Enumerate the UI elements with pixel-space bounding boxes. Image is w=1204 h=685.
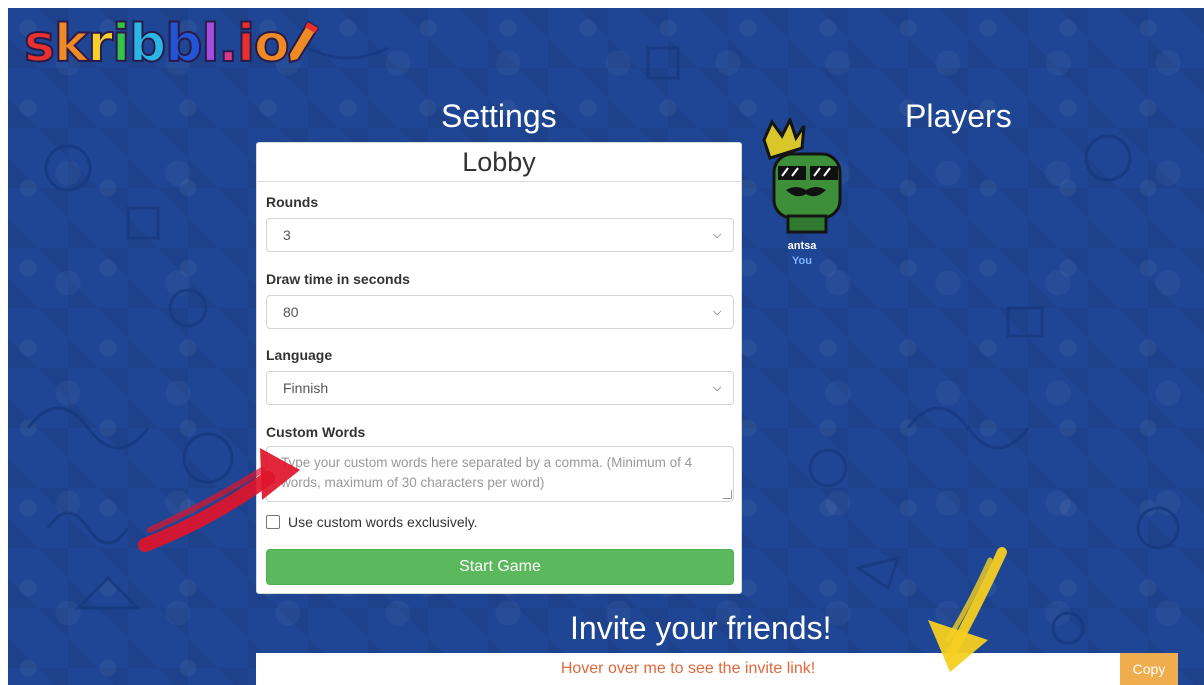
logo-letter: o xyxy=(253,13,291,75)
invite-link-field[interactable]: Hover over me to see the invite link! xyxy=(256,653,1120,685)
player-name: antsa xyxy=(787,240,817,252)
draw-time-label: Draw time in seconds xyxy=(266,271,410,287)
rounds-label: Rounds xyxy=(266,194,319,210)
settings-heading: Settings xyxy=(441,98,557,134)
custom-words-label: Custom Words xyxy=(266,424,366,440)
logo-letter: s xyxy=(23,13,56,75)
logo-letter: . xyxy=(217,13,239,75)
logo-letter: b xyxy=(128,13,167,75)
crowned-green-avatar-icon xyxy=(762,116,842,234)
draw-time-select[interactable]: 80 ⌵ xyxy=(266,295,734,329)
exclusive-words-label: Use custom words exclusively. xyxy=(288,514,478,530)
rounds-select[interactable]: 3 ⌵ xyxy=(266,218,734,252)
start-game-button[interactable]: Start Game xyxy=(266,549,734,585)
exclusive-words-option[interactable]: Use custom words exclusively. xyxy=(266,514,478,532)
rounds-value: 3 xyxy=(283,227,291,243)
skribbl-logo: skribbl.io xyxy=(23,13,324,75)
resize-grip[interactable] xyxy=(723,490,732,499)
logo-letter: k xyxy=(53,13,90,75)
language-value: Finnish xyxy=(283,380,329,396)
chevron-down-icon: ⌵ xyxy=(713,306,722,318)
lobby-title: Lobby xyxy=(257,143,741,182)
logo-letter: r xyxy=(87,13,115,75)
invite-heading: Invite your friends! xyxy=(570,610,832,646)
draw-time-value: 80 xyxy=(283,304,299,320)
exclusive-words-checkbox[interactable] xyxy=(266,515,280,529)
player-list-item: antsa You xyxy=(752,116,852,278)
logo-letter: b xyxy=(164,13,203,75)
lobby-settings-panel: Lobby Rounds 3 ⌵ Draw time in seconds 80… xyxy=(256,142,742,594)
logo-letter: i xyxy=(111,13,131,75)
logo-wordmark: skribbl.io xyxy=(23,13,324,75)
logo-letter: i xyxy=(236,13,256,75)
language-select[interactable]: Finnish ⌵ xyxy=(266,371,734,405)
chevron-down-icon: ⌵ xyxy=(713,382,722,394)
chevron-down-icon: ⌵ xyxy=(713,229,722,241)
pencil-icon xyxy=(287,20,320,64)
logo-letter: l xyxy=(201,13,221,75)
copy-invite-button[interactable]: Copy xyxy=(1120,653,1178,685)
language-label: Language xyxy=(266,347,333,363)
players-heading: Players xyxy=(905,98,1012,134)
custom-words-textarea[interactable]: Type your custom words here separated by… xyxy=(266,446,734,502)
player-you-tag: You xyxy=(792,255,812,267)
